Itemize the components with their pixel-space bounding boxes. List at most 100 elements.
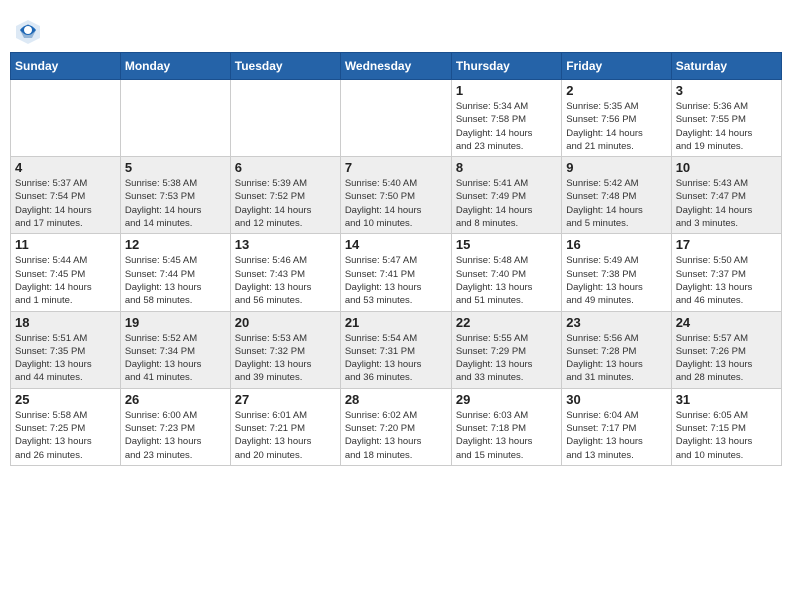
calendar-cell	[120, 80, 230, 157]
calendar-cell: 12 Sunrise: 5:45 AM Sunset: 7:44 PM Dayli…	[120, 234, 230, 311]
day-number: 12	[125, 237, 226, 252]
calendar-table: SundayMondayTuesdayWednesdayThursdayFrid…	[10, 52, 782, 466]
day-info: Sunrise: 5:43 AM Sunset: 7:47 PM Dayligh…	[676, 177, 777, 230]
day-info: Sunrise: 5:40 AM Sunset: 7:50 PM Dayligh…	[345, 177, 447, 230]
day-number: 18	[15, 315, 116, 330]
day-number: 30	[566, 392, 666, 407]
day-info: Sunrise: 6:04 AM Sunset: 7:17 PM Dayligh…	[566, 409, 666, 462]
calendar-cell: 5 Sunrise: 5:38 AM Sunset: 7:53 PM Daylig…	[120, 157, 230, 234]
day-number: 16	[566, 237, 666, 252]
day-number: 5	[125, 160, 226, 175]
day-info: Sunrise: 5:49 AM Sunset: 7:38 PM Dayligh…	[566, 254, 666, 307]
logo	[14, 16, 44, 44]
day-info: Sunrise: 5:44 AM Sunset: 7:45 PM Dayligh…	[15, 254, 116, 307]
calendar-cell: 17 Sunrise: 5:50 AM Sunset: 7:37 PM Dayli…	[671, 234, 781, 311]
day-number: 9	[566, 160, 666, 175]
day-number: 26	[125, 392, 226, 407]
calendar-cell: 22 Sunrise: 5:55 AM Sunset: 7:29 PM Dayli…	[451, 311, 561, 388]
calendar-cell: 23Sunrise: 5:56 AM Sunset: 7:28 PM Dayli…	[562, 311, 671, 388]
week-row-3: 11 Sunrise: 5:44 AM Sunset: 7:45 PM Dayli…	[11, 234, 782, 311]
calendar-cell: 3Sunrise: 5:36 AM Sunset: 7:55 PM Daylig…	[671, 80, 781, 157]
calendar-cell: 20Sunrise: 5:53 AM Sunset: 7:32 PM Dayli…	[230, 311, 340, 388]
weekday-header-row: SundayMondayTuesdayWednesdayThursdayFrid…	[11, 53, 782, 80]
day-number: 25	[15, 392, 116, 407]
day-number: 17	[676, 237, 777, 252]
calendar-cell: 14 Sunrise: 5:47 AM Sunset: 7:41 PM Dayli…	[340, 234, 451, 311]
day-info: Sunrise: 5:47 AM Sunset: 7:41 PM Dayligh…	[345, 254, 447, 307]
week-row-5: 25Sunrise: 5:58 AM Sunset: 7:25 PM Dayli…	[11, 388, 782, 465]
day-number: 10	[676, 160, 777, 175]
day-info: Sunrise: 5:57 AM Sunset: 7:26 PM Dayligh…	[676, 332, 777, 385]
calendar-cell: 31Sunrise: 6:05 AM Sunset: 7:15 PM Dayli…	[671, 388, 781, 465]
day-number: 13	[235, 237, 336, 252]
day-number: 29	[456, 392, 557, 407]
calendar-cell: 15 Sunrise: 5:48 AM Sunset: 7:40 PM Dayli…	[451, 234, 561, 311]
day-info: Sunrise: 5:51 AM Sunset: 7:35 PM Dayligh…	[15, 332, 116, 385]
day-number: 7	[345, 160, 447, 175]
day-info: Sunrise: 5:37 AM Sunset: 7:54 PM Dayligh…	[15, 177, 116, 230]
weekday-header-monday: Monday	[120, 53, 230, 80]
calendar-cell: 19 Sunrise: 5:52 AM Sunset: 7:34 PM Dayli…	[120, 311, 230, 388]
day-info: Sunrise: 5:55 AM Sunset: 7:29 PM Dayligh…	[456, 332, 557, 385]
calendar-cell: 8 Sunrise: 5:41 AM Sunset: 7:49 PM Daylig…	[451, 157, 561, 234]
calendar-cell: 9 Sunrise: 5:42 AM Sunset: 7:48 PM Daylig…	[562, 157, 671, 234]
weekday-header-sunday: Sunday	[11, 53, 121, 80]
day-number: 15	[456, 237, 557, 252]
day-number: 19	[125, 315, 226, 330]
calendar-cell: 1 Sunrise: 5:34 AM Sunset: 7:58 PM Daylig…	[451, 80, 561, 157]
day-info: Sunrise: 6:03 AM Sunset: 7:18 PM Dayligh…	[456, 409, 557, 462]
calendar-cell	[340, 80, 451, 157]
weekday-header-friday: Friday	[562, 53, 671, 80]
calendar-cell: 4 Sunrise: 5:37 AM Sunset: 7:54 PM Daylig…	[11, 157, 121, 234]
calendar-cell: 10 Sunrise: 5:43 AM Sunset: 7:47 PM Dayli…	[671, 157, 781, 234]
calendar-cell: 7 Sunrise: 5:40 AM Sunset: 7:50 PM Daylig…	[340, 157, 451, 234]
day-info: Sunrise: 6:01 AM Sunset: 7:21 PM Dayligh…	[235, 409, 336, 462]
day-info: Sunrise: 5:39 AM Sunset: 7:52 PM Dayligh…	[235, 177, 336, 230]
day-number: 2	[566, 83, 666, 98]
day-number: 21	[345, 315, 447, 330]
day-number: 14	[345, 237, 447, 252]
day-info: Sunrise: 5:52 AM Sunset: 7:34 PM Dayligh…	[125, 332, 226, 385]
day-info: Sunrise: 5:50 AM Sunset: 7:37 PM Dayligh…	[676, 254, 777, 307]
calendar-cell: 29 Sunrise: 6:03 AM Sunset: 7:18 PM Dayli…	[451, 388, 561, 465]
calendar-cell: 13 Sunrise: 5:46 AM Sunset: 7:43 PM Dayli…	[230, 234, 340, 311]
day-info: Sunrise: 5:35 AM Sunset: 7:56 PM Dayligh…	[566, 100, 666, 153]
calendar-cell: 26 Sunrise: 6:00 AM Sunset: 7:23 PM Dayli…	[120, 388, 230, 465]
calendar-cell: 2 Sunrise: 5:35 AM Sunset: 7:56 PM Daylig…	[562, 80, 671, 157]
day-number: 20	[235, 315, 336, 330]
weekday-header-tuesday: Tuesday	[230, 53, 340, 80]
day-info: Sunrise: 5:48 AM Sunset: 7:40 PM Dayligh…	[456, 254, 557, 307]
weekday-header-wednesday: Wednesday	[340, 53, 451, 80]
day-number: 27	[235, 392, 336, 407]
calendar-cell	[230, 80, 340, 157]
day-number: 4	[15, 160, 116, 175]
day-info: Sunrise: 5:42 AM Sunset: 7:48 PM Dayligh…	[566, 177, 666, 230]
day-number: 11	[15, 237, 116, 252]
day-info: Sunrise: 5:54 AM Sunset: 7:31 PM Dayligh…	[345, 332, 447, 385]
week-row-4: 18 Sunrise: 5:51 AM Sunset: 7:35 PM Dayli…	[11, 311, 782, 388]
day-number: 23	[566, 315, 666, 330]
calendar-cell: 21 Sunrise: 5:54 AM Sunset: 7:31 PM Dayli…	[340, 311, 451, 388]
day-info: Sunrise: 5:36 AM Sunset: 7:55 PM Dayligh…	[676, 100, 777, 153]
calendar-cell: 25Sunrise: 5:58 AM Sunset: 7:25 PM Dayli…	[11, 388, 121, 465]
day-number: 22	[456, 315, 557, 330]
logo-icon	[14, 16, 42, 44]
day-info: Sunrise: 5:46 AM Sunset: 7:43 PM Dayligh…	[235, 254, 336, 307]
day-info: Sunrise: 6:00 AM Sunset: 7:23 PM Dayligh…	[125, 409, 226, 462]
calendar-cell: 16 Sunrise: 5:49 AM Sunset: 7:38 PM Dayli…	[562, 234, 671, 311]
day-info: Sunrise: 5:41 AM Sunset: 7:49 PM Dayligh…	[456, 177, 557, 230]
day-info: Sunrise: 5:34 AM Sunset: 7:58 PM Dayligh…	[456, 100, 557, 153]
day-number: 8	[456, 160, 557, 175]
weekday-header-saturday: Saturday	[671, 53, 781, 80]
calendar-cell: 24Sunrise: 5:57 AM Sunset: 7:26 PM Dayli…	[671, 311, 781, 388]
day-number: 6	[235, 160, 336, 175]
calendar-cell: 18 Sunrise: 5:51 AM Sunset: 7:35 PM Dayli…	[11, 311, 121, 388]
day-info: Sunrise: 6:05 AM Sunset: 7:15 PM Dayligh…	[676, 409, 777, 462]
week-row-1: 1 Sunrise: 5:34 AM Sunset: 7:58 PM Daylig…	[11, 80, 782, 157]
calendar-cell: 6 Sunrise: 5:39 AM Sunset: 7:52 PM Daylig…	[230, 157, 340, 234]
day-info: Sunrise: 5:45 AM Sunset: 7:44 PM Dayligh…	[125, 254, 226, 307]
day-number: 1	[456, 83, 557, 98]
day-info: Sunrise: 5:38 AM Sunset: 7:53 PM Dayligh…	[125, 177, 226, 230]
calendar-cell: 27 Sunrise: 6:01 AM Sunset: 7:21 PM Dayli…	[230, 388, 340, 465]
calendar-cell: 30 Sunrise: 6:04 AM Sunset: 7:17 PM Dayli…	[562, 388, 671, 465]
